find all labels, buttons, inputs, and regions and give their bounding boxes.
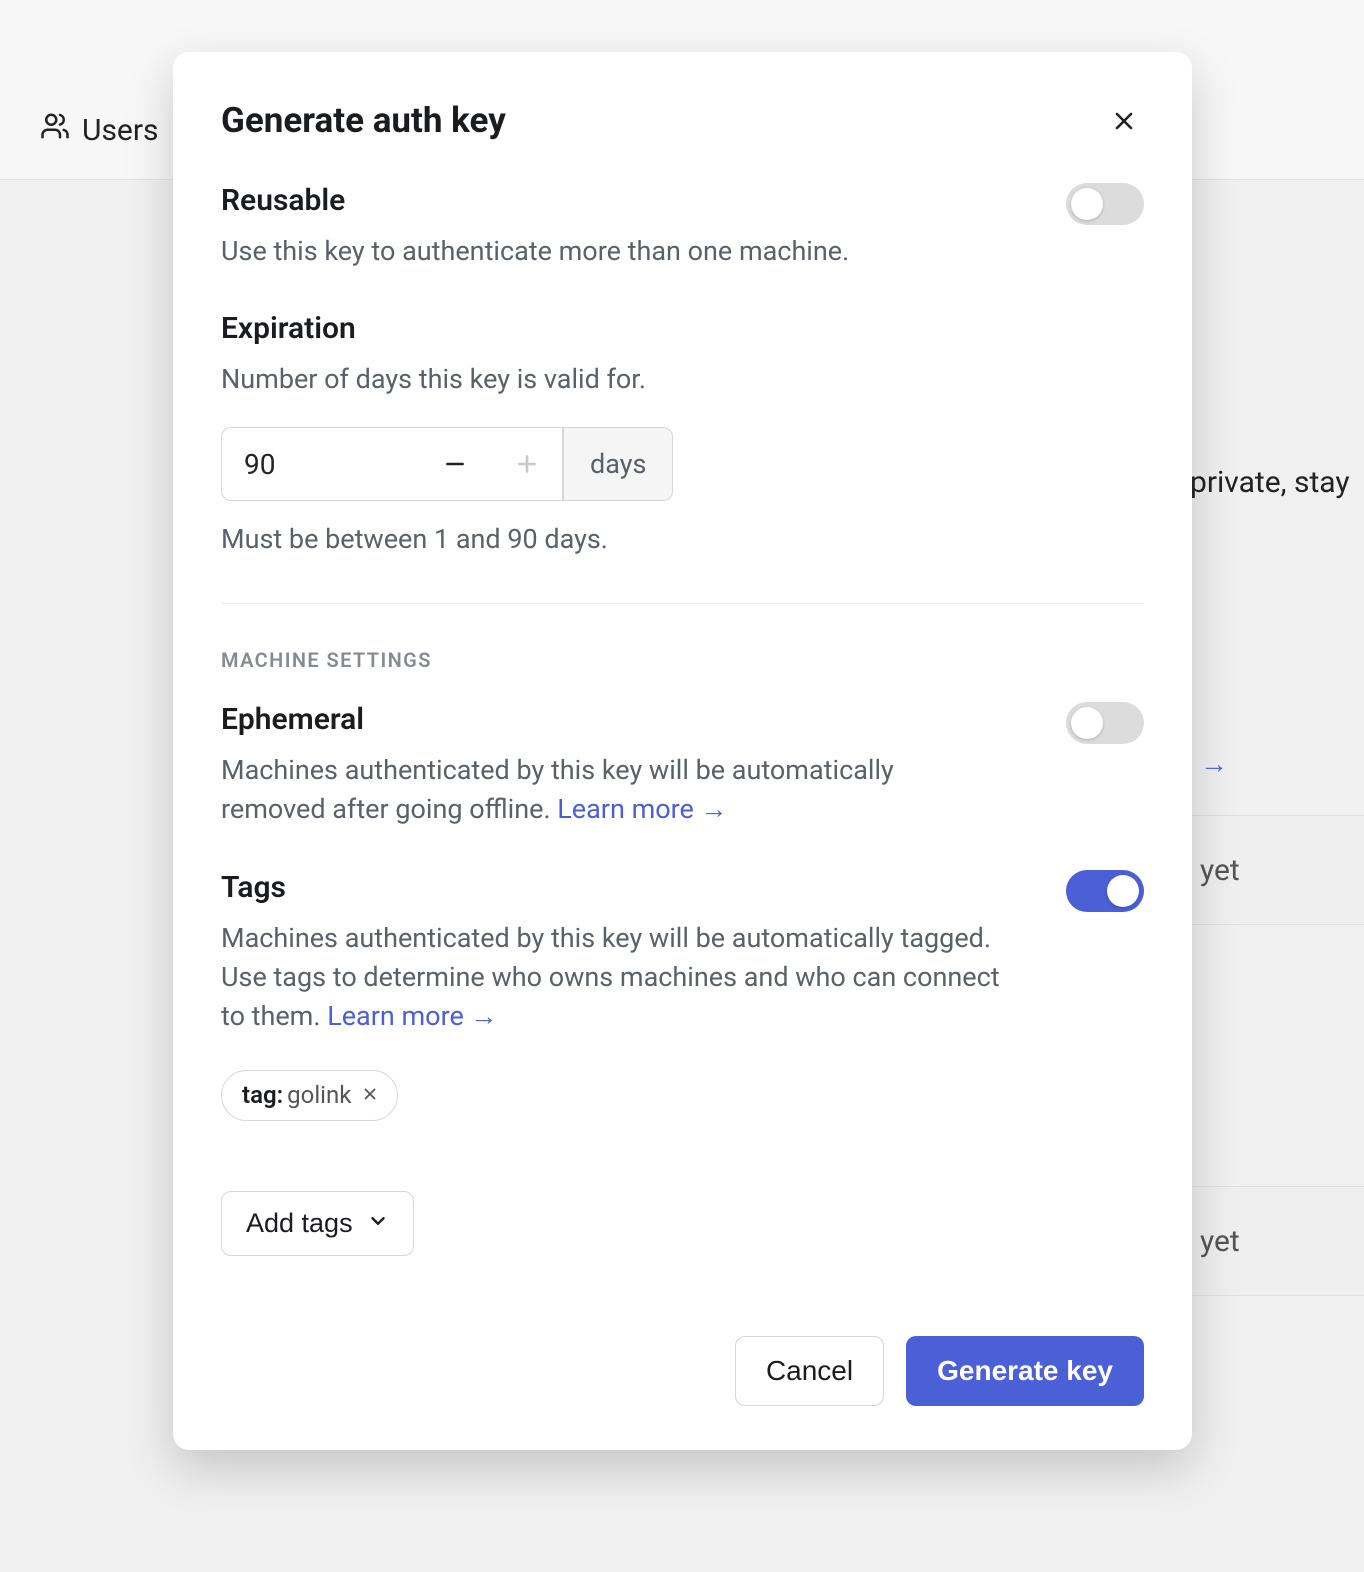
modal-footer: Cancel Generate key xyxy=(221,1336,1144,1406)
add-tags-label: Add tags xyxy=(246,1208,353,1239)
background-text-right: private, stay xyxy=(1190,465,1350,500)
expiration-value: 90 xyxy=(244,448,275,481)
expiration-unit: days xyxy=(563,427,673,501)
ephemeral-title: Ephemeral xyxy=(221,702,981,737)
tag-name: golink xyxy=(287,1081,351,1109)
toggle-knob-icon xyxy=(1071,188,1103,220)
tags-setting: Tags Machines authenticated by this key … xyxy=(221,870,1144,1036)
reusable-title: Reusable xyxy=(221,183,849,218)
toggle-knob-icon xyxy=(1107,875,1139,907)
generate-key-button[interactable]: Generate key xyxy=(906,1336,1144,1406)
background-row-1: yet xyxy=(1180,815,1364,925)
users-icon xyxy=(40,111,70,149)
toggle-knob-icon xyxy=(1071,707,1103,739)
minus-icon xyxy=(442,451,468,477)
expiration-setting: Expiration Number of days this key is va… xyxy=(221,311,1144,555)
expiration-increment-button[interactable] xyxy=(491,427,563,501)
expiration-title: Expiration xyxy=(221,311,1144,346)
ephemeral-toggle[interactable] xyxy=(1066,702,1144,744)
tags-learn-more-link[interactable]: Learn more → xyxy=(327,1000,497,1032)
tag-remove-button[interactable] xyxy=(355,1081,385,1110)
nav-item-users[interactable]: Users xyxy=(40,111,159,149)
expiration-helper: Must be between 1 and 90 days. xyxy=(221,523,1144,555)
modal-title: Generate auth key xyxy=(221,100,506,141)
add-tags-button[interactable]: Add tags xyxy=(221,1191,414,1256)
cancel-button[interactable]: Cancel xyxy=(735,1336,884,1406)
tag-pill: tag:golink xyxy=(221,1070,398,1121)
background-arrow-link[interactable]: → xyxy=(1200,747,1228,780)
chevron-down-icon xyxy=(367,1208,389,1239)
close-icon xyxy=(1110,107,1138,135)
close-icon xyxy=(361,1085,379,1106)
machine-settings-heading: MACHINE SETTINGS xyxy=(221,648,1144,672)
reusable-toggle[interactable] xyxy=(1066,183,1144,225)
nav-item-users-label: Users xyxy=(82,113,159,148)
ephemeral-setting: Ephemeral Machines authenticated by this… xyxy=(221,702,1144,829)
tag-prefix: tag: xyxy=(242,1081,283,1109)
close-button[interactable] xyxy=(1104,101,1144,141)
tags-list: tag:golink xyxy=(221,1036,1144,1121)
expiration-desc: Number of days this key is valid for. xyxy=(221,360,1144,399)
tags-title: Tags xyxy=(221,870,1001,905)
expiration-decrement-button[interactable] xyxy=(419,427,491,501)
tags-toggle[interactable] xyxy=(1066,870,1144,912)
reusable-setting: Reusable Use this key to authenticate mo… xyxy=(221,183,1144,271)
plus-icon xyxy=(514,451,540,477)
expiration-input[interactable]: 90 xyxy=(221,427,419,501)
divider xyxy=(221,603,1144,604)
ephemeral-desc: Machines authenticated by this key will … xyxy=(221,751,981,829)
generate-auth-key-modal: Generate auth key Reusable Use this key … xyxy=(173,52,1192,1450)
reusable-desc: Use this key to authenticate more than o… xyxy=(221,232,849,271)
ephemeral-learn-more-link[interactable]: Learn more → xyxy=(557,793,727,825)
background-row-2: yet xyxy=(1180,1186,1364,1296)
tags-desc: Machines authenticated by this key will … xyxy=(221,919,1001,1036)
expiration-stepper: 90 days xyxy=(221,427,683,501)
